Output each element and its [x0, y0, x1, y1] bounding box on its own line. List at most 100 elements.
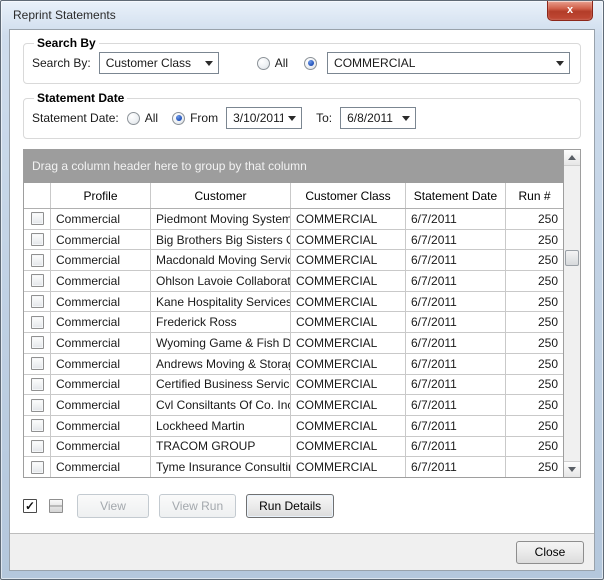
deselect-all-checkbox[interactable] — [49, 499, 63, 513]
scroll-down-icon[interactable] — [564, 461, 580, 477]
cell-customer: Certified Business Services — [151, 375, 291, 395]
row-select-cell[interactable] — [24, 333, 51, 353]
run-details-button[interactable]: Run Details — [246, 494, 334, 518]
chevron-down-icon[interactable] — [551, 61, 569, 66]
cell-statement-date: 6/7/2011 — [406, 292, 506, 312]
row-select-cell[interactable] — [24, 230, 51, 250]
footer-strip: Close — [10, 533, 594, 570]
header-customer[interactable]: Customer — [151, 183, 291, 208]
row-select-cell[interactable] — [24, 437, 51, 457]
vertical-scrollbar[interactable] — [563, 150, 580, 477]
row-select-cell[interactable] — [24, 292, 51, 312]
row-select-cell[interactable] — [24, 209, 51, 229]
cell-run: 250 — [506, 395, 563, 415]
cell-customer-class: COMMERCIAL — [291, 354, 406, 374]
row-select-cell[interactable] — [24, 312, 51, 332]
header-run[interactable]: Run # — [506, 183, 563, 208]
checkbox-icon[interactable] — [31, 316, 44, 329]
chevron-down-icon[interactable] — [397, 116, 415, 121]
checkbox-icon[interactable] — [31, 440, 44, 453]
cell-customer-class: COMMERCIAL — [291, 250, 406, 270]
cell-profile: Commercial — [51, 437, 151, 457]
cell-run: 250 — [506, 250, 563, 270]
checkbox-icon[interactable] — [31, 233, 44, 246]
row-select-cell[interactable] — [24, 457, 51, 477]
table-row: CommercialPiedmont Moving SystemsCOMMERC… — [24, 209, 563, 230]
cell-customer: Frederick Ross — [151, 312, 291, 332]
checkbox-icon[interactable] — [31, 336, 44, 349]
window-title: Reprint Statements — [13, 1, 116, 29]
radio-icon[interactable] — [127, 112, 140, 125]
to-label: To: — [316, 111, 332, 125]
cell-customer-class: COMMERCIAL — [291, 437, 406, 457]
checkbox-icon[interactable] — [31, 295, 44, 308]
select-all-checkbox[interactable]: ✓ — [23, 499, 37, 513]
cell-statement-date: 6/7/2011 — [406, 437, 506, 457]
header-statement-date[interactable]: Statement Date — [406, 183, 506, 208]
from-date-value: 3/10/2011 — [227, 111, 283, 125]
checkbox-icon[interactable] — [31, 254, 44, 267]
table-row: CommercialBig Brothers Big Sisters Of Co… — [24, 230, 563, 251]
cell-customer-class: COMMERCIAL — [291, 416, 406, 436]
cell-run: 250 — [506, 333, 563, 353]
row-select-cell[interactable] — [24, 375, 51, 395]
row-select-cell[interactable] — [24, 416, 51, 436]
checkbox-icon[interactable] — [31, 357, 44, 370]
search-value-combo[interactable]: COMMERCIAL — [327, 52, 570, 74]
checkbox-icon[interactable] — [31, 419, 44, 432]
checkbox-icon[interactable] — [31, 461, 44, 474]
radio-selected-icon[interactable] — [304, 57, 317, 70]
row-select-cell[interactable] — [24, 354, 51, 374]
header-profile[interactable]: Profile — [51, 183, 151, 208]
title-bar[interactable]: Reprint Statements x — [1, 1, 603, 29]
cell-customer-class: COMMERCIAL — [291, 395, 406, 415]
from-date-combo[interactable]: 3/10/2011 — [226, 107, 302, 129]
search-by-legend: Search By — [34, 36, 99, 50]
view-button[interactable]: View — [77, 494, 149, 518]
cell-profile: Commercial — [51, 292, 151, 312]
checkbox-icon[interactable] — [31, 274, 44, 287]
cell-customer: Andrews Moving & Storage — [151, 354, 291, 374]
checkbox-icon[interactable] — [31, 378, 44, 391]
cell-statement-date: 6/7/2011 — [406, 271, 506, 291]
row-select-cell[interactable] — [24, 271, 51, 291]
cell-customer: Kane Hospitality Services — [151, 292, 291, 312]
to-date-combo[interactable]: 6/8/2011 — [340, 107, 416, 129]
grid-main: Drag a column header here to group by th… — [24, 150, 563, 477]
date-from-radio[interactable]: From — [172, 111, 218, 125]
header-customer-class[interactable]: Customer Class — [291, 183, 406, 208]
radio-icon[interactable] — [257, 57, 270, 70]
chevron-down-icon[interactable] — [283, 116, 301, 121]
date-from-label: From — [190, 111, 218, 125]
chevron-down-icon[interactable] — [200, 61, 218, 66]
row-select-cell[interactable] — [24, 395, 51, 415]
table-row: CommercialCertified Business ServicesCOM… — [24, 375, 563, 396]
view-run-button[interactable]: View Run — [159, 494, 236, 518]
cell-customer: Tyme Insurance Consulting Co — [151, 457, 291, 477]
table-row: CommercialWyoming Game & Fish DepartmCOM… — [24, 333, 563, 354]
search-all-radio[interactable]: All — [257, 56, 288, 70]
close-icon[interactable]: x — [547, 1, 593, 21]
to-date-value: 6/8/2011 — [341, 111, 397, 125]
search-by-selector-combo[interactable]: Customer Class — [99, 52, 219, 74]
checkbox-icon[interactable] — [31, 212, 44, 225]
cell-profile: Commercial — [51, 209, 151, 229]
radio-selected-icon[interactable] — [172, 112, 185, 125]
table-row: CommercialAndrews Moving & StorageCOMMER… — [24, 354, 563, 375]
cell-customer-class: COMMERCIAL — [291, 230, 406, 250]
search-value: COMMERCIAL — [328, 56, 551, 70]
table-row: CommercialTRACOM GROUPCOMMERCIAL6/7/2011… — [24, 437, 563, 458]
close-button[interactable]: Close — [516, 541, 584, 564]
cell-run: 250 — [506, 437, 563, 457]
group-by-bar[interactable]: Drag a column header here to group by th… — [24, 150, 563, 183]
cell-profile: Commercial — [51, 230, 151, 250]
cell-statement-date: 6/7/2011 — [406, 416, 506, 436]
scrollbar-thumb[interactable] — [565, 250, 579, 266]
row-select-cell[interactable] — [24, 250, 51, 270]
scroll-up-icon[interactable] — [564, 150, 580, 166]
search-specific-radio[interactable] — [304, 57, 317, 70]
cell-profile: Commercial — [51, 312, 151, 332]
cell-statement-date: 6/7/2011 — [406, 209, 506, 229]
checkbox-icon[interactable] — [31, 399, 44, 412]
date-all-radio[interactable]: All — [127, 111, 158, 125]
